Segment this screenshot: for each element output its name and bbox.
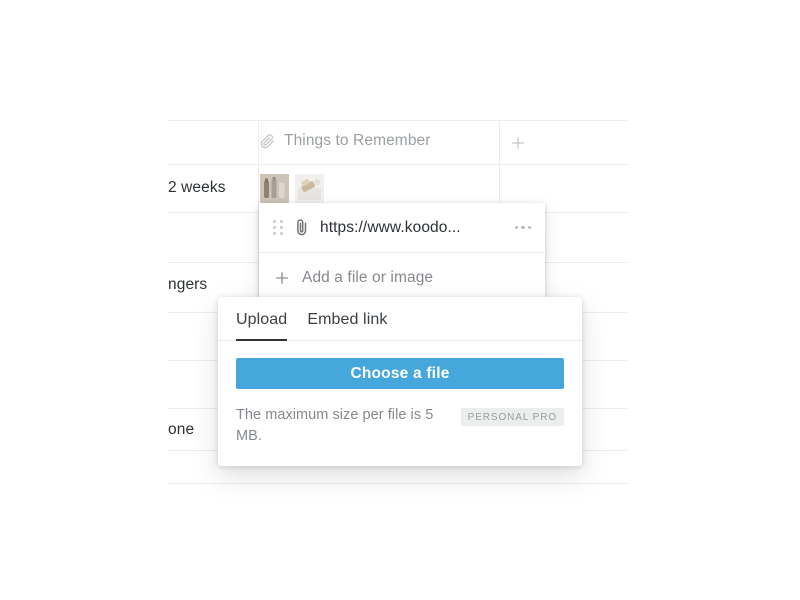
upload-dialog: Upload Embed link Choose a file The maxi… [218, 297, 582, 467]
drag-handle-icon[interactable] [273, 219, 285, 236]
attachment-url-label: https://www.koodo... [320, 218, 461, 236]
add-file-or-image-label: Add a file or image [302, 269, 434, 286]
paperclip-icon [294, 218, 310, 237]
choose-a-file-button[interactable]: Choose a file [236, 358, 564, 389]
paperclip-icon [260, 133, 275, 149]
more-options-icon[interactable] [513, 220, 534, 236]
attachment-thumbnails[interactable] [260, 174, 324, 203]
dialog-body: Choose a file The maximum size per file … [218, 341, 582, 466]
row-label: ngers [168, 276, 208, 293]
plus-icon [273, 269, 291, 287]
image-thumbnail-soap[interactable] [295, 174, 324, 203]
dialog-footer: The maximum size per file is 5 MB. PERSO… [236, 405, 564, 446]
app-canvas: Things to Remember 2 weeks ngers one htt… [0, 0, 800, 600]
plan-badge: PERSONAL PRO [460, 408, 564, 426]
add-file-or-image-button[interactable]: Add a file or image [259, 253, 545, 303]
row-label: 2 weeks [168, 179, 226, 196]
image-thumbnail-bottles[interactable] [260, 174, 289, 203]
attachment-list-item[interactable]: https://www.koodo... [259, 203, 545, 253]
attachment-popup: https://www.koodo... Add a file or image [259, 203, 545, 303]
column-header-things-to-remember[interactable]: Things to Remember [260, 132, 431, 150]
dialog-tabs: Upload Embed link [218, 297, 582, 341]
max-size-note: The maximum size per file is 5 MB. [236, 407, 434, 444]
column-header-label: Things to Remember [284, 132, 431, 149]
tab-upload[interactable]: Upload [236, 311, 288, 341]
table-header-row: Things to Remember [168, 120, 628, 164]
add-column-button[interactable] [509, 134, 527, 152]
row-label: one [168, 421, 195, 438]
tab-embed-link[interactable]: Embed link [307, 311, 387, 340]
